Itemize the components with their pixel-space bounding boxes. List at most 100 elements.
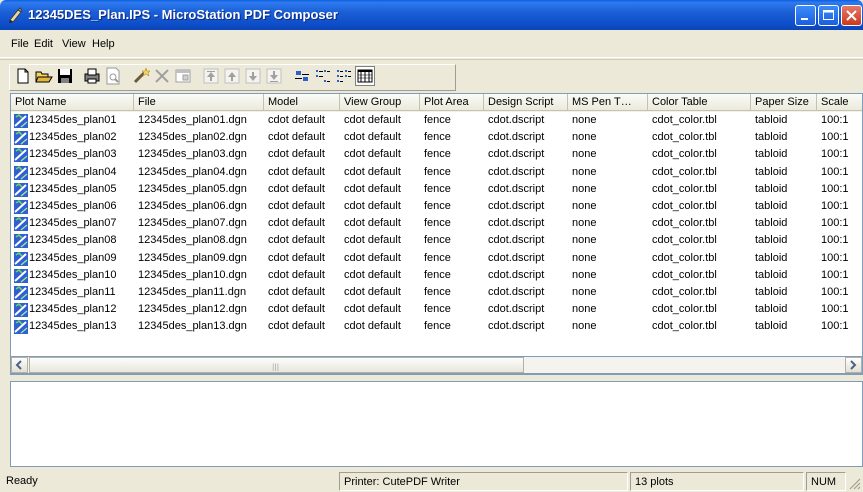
horizontal-scrollbar[interactable]: |||	[10, 356, 863, 374]
properties-icon	[175, 69, 191, 83]
table-row[interactable]: 12345des_plan13 12345des_plan13.dgn cdot d…	[11, 318, 862, 335]
cell-ms-pen-t: none	[572, 114, 597, 126]
list-view-button[interactable]	[334, 66, 354, 86]
move-up-button[interactable]	[222, 66, 242, 86]
column-header-plot-area[interactable]: Plot Area	[420, 94, 484, 111]
cell-plot-name: 12345des_plan03	[29, 148, 117, 161]
cell-scale: 100:1	[821, 320, 849, 333]
cell-file: 12345des_plan13.dgn	[138, 320, 247, 333]
cell-file: 12345des_plan10.dgn	[138, 268, 247, 281]
cell-plot-area: fence	[424, 217, 451, 230]
cell-paper-size: tabloid	[755, 165, 788, 178]
cell-scale: 100:1	[821, 148, 849, 161]
cell-color-table: cdot_color.tbl	[652, 114, 717, 126]
cell-file: 12345des_plan12.dgn	[138, 303, 247, 316]
move-down-button[interactable]	[243, 66, 263, 86]
details-view-icon	[357, 69, 373, 83]
move-bottom-button[interactable]	[264, 66, 284, 86]
wand-button[interactable]	[131, 66, 151, 86]
small-icons-view-button[interactable]	[313, 66, 333, 86]
column-header-plot-name[interactable]: Plot Name	[11, 94, 134, 111]
cell-color-table: cdot_color.tbl	[652, 131, 717, 144]
title-bar[interactable]: 12345DES_Plan.IPS - MicroStation PDF Com…	[0, 0, 863, 30]
plot-file-icon	[14, 217, 28, 232]
cell-ms-pen-t: none	[572, 148, 597, 161]
cell-design-script: cdot.dscript	[488, 148, 545, 161]
close-icon	[846, 10, 857, 21]
large-icons-view-button[interactable]	[292, 66, 312, 86]
table-row[interactable]: 12345des_plan09 12345des_plan09.dgn cdot d…	[11, 250, 862, 267]
cell-plot-area: fence	[424, 200, 451, 212]
cell-model: cdot default	[268, 234, 325, 247]
save-icon	[58, 69, 72, 83]
move-up-icon	[224, 68, 240, 84]
resize-grip-icon[interactable]	[848, 477, 861, 490]
message-pane[interactable]	[10, 381, 863, 467]
print-button[interactable]	[82, 66, 102, 86]
properties-button[interactable]	[173, 66, 193, 86]
cell-view-group: cdot default	[344, 217, 401, 230]
maximize-button[interactable]	[818, 5, 839, 26]
table-row[interactable]: 12345des_plan06 12345des_plan06.dgn cdot d…	[11, 198, 862, 215]
delete-button[interactable]	[152, 66, 172, 86]
open-icon	[35, 71, 53, 83]
cell-design-script: cdot.dscript	[488, 182, 545, 195]
table-row[interactable]: 12345des_plan05 12345des_plan05.dgn cdot d…	[11, 181, 862, 198]
minimize-button[interactable]	[795, 5, 816, 26]
table-row[interactable]: 12345des_plan01 12345des_plan01.dgn cdot d…	[11, 112, 862, 129]
column-header-file[interactable]: File	[134, 94, 264, 111]
cell-scale: 100:1	[821, 251, 849, 264]
open-button[interactable]	[34, 66, 54, 86]
new-button[interactable]	[13, 66, 33, 86]
cell-model: cdot default	[268, 114, 325, 126]
cell-plot-area: fence	[424, 251, 451, 264]
cell-scale: 100:1	[821, 217, 849, 230]
close-button[interactable]	[841, 5, 862, 26]
cell-color-table: cdot_color.tbl	[652, 303, 717, 316]
table-row[interactable]: 12345des_plan03 12345des_plan03.dgn cdot d…	[11, 146, 862, 163]
cell-paper-size: tabloid	[755, 114, 788, 126]
table-row[interactable]: 12345des_plan04 12345des_plan04.dgn cdot d…	[11, 164, 862, 181]
column-header-view-group[interactable]: View Group	[340, 94, 420, 111]
scroll-left-button[interactable]	[11, 357, 28, 373]
cell-ms-pen-t: none	[572, 268, 597, 281]
column-header-scale[interactable]: Scale	[817, 94, 862, 111]
plot-file-icon	[14, 234, 28, 249]
cell-design-script: cdot.dscript	[488, 114, 545, 126]
move-bottom-icon	[266, 68, 282, 84]
column-header-ms-pen-t[interactable]: MS Pen T…	[568, 94, 648, 111]
menu-file[interactable]: File	[11, 38, 29, 50]
scroll-right-button[interactable]	[845, 357, 862, 373]
cell-paper-size: tabloid	[755, 303, 788, 316]
menu-view[interactable]: View	[62, 38, 86, 50]
table-row[interactable]: 12345des_plan12 12345des_plan12.dgn cdot d…	[11, 301, 862, 318]
column-header-model[interactable]: Model	[264, 94, 340, 111]
move-top-button[interactable]	[201, 66, 221, 86]
save-button[interactable]	[55, 66, 75, 86]
table-row[interactable]: 12345des_plan11 12345des_plan11.dgn cdot d…	[11, 284, 862, 301]
status-printer: Printer: CutePDF Writer	[339, 472, 628, 491]
print-preview-button[interactable]	[103, 66, 123, 86]
splitter[interactable]	[0, 375, 863, 380]
menu-edit[interactable]: Edit	[34, 38, 53, 50]
scroll-thumb[interactable]: |||	[29, 357, 524, 373]
column-header-color-table[interactable]: Color Table	[648, 94, 751, 111]
plot-file-icon	[14, 165, 28, 180]
table-row[interactable]: 12345des_plan07 12345des_plan07.dgn cdot d…	[11, 215, 862, 232]
cell-paper-size: tabloid	[755, 131, 788, 144]
cell-view-group: cdot default	[344, 268, 401, 281]
table-row[interactable]: 12345des_plan08 12345des_plan08.dgn cdot d…	[11, 232, 862, 249]
table-row[interactable]: 12345des_plan02 12345des_plan02.dgn cdot d…	[11, 129, 862, 146]
cell-plot-name: 12345des_plan12	[29, 303, 117, 316]
cell-view-group: cdot default	[344, 286, 401, 298]
details-view-button[interactable]	[355, 66, 375, 86]
cell-ms-pen-t: none	[572, 251, 597, 264]
menu-help[interactable]: Help	[92, 38, 115, 50]
cell-color-table: cdot_color.tbl	[652, 268, 717, 281]
column-header-design-script[interactable]: Design Script	[484, 94, 568, 111]
cell-model: cdot default	[268, 286, 325, 298]
table-row[interactable]: 12345des_plan10 12345des_plan10.dgn cdot d…	[11, 267, 862, 284]
plot-file-icon	[14, 148, 28, 163]
column-header-paper-size[interactable]: Paper Size	[751, 94, 817, 111]
cell-file: 12345des_plan11.dgn	[138, 286, 247, 298]
